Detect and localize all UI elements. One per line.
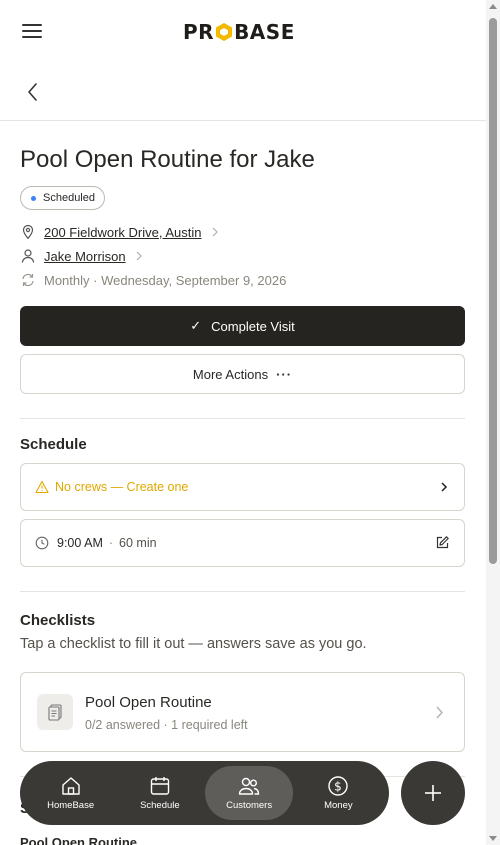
more-actions-button[interactable]: More Actions ···	[20, 354, 465, 394]
clipboard-icon	[37, 694, 73, 730]
address-link[interactable]: 200 Fieldwork Drive, Austin	[44, 225, 202, 240]
nav-customers-label: Customers	[226, 800, 273, 811]
calendar-icon	[150, 777, 170, 795]
dollar-icon: $	[328, 776, 349, 796]
nav-money-label: Money	[324, 800, 353, 811]
probase-logo[interactable]: PR BASE	[183, 20, 295, 44]
customer-link[interactable]: Jake Morrison	[44, 249, 126, 264]
logo-text-start: PR	[183, 20, 215, 44]
repeat-icon	[22, 273, 34, 287]
chevron-right-icon	[212, 227, 218, 237]
complete-visit-label: Complete Visit	[211, 318, 295, 334]
edit-icon[interactable]	[435, 535, 450, 550]
chevron-right-icon	[441, 482, 448, 492]
checklist-name: Pool Open Routine	[85, 694, 212, 711]
add-button[interactable]	[401, 761, 465, 825]
time-separator: ·	[108, 536, 114, 550]
hamburger-menu-icon[interactable]	[22, 24, 42, 40]
scroll-up-arrow-icon[interactable]	[489, 4, 497, 9]
no-crews-text: No crews — Create one	[55, 480, 189, 494]
map-pin-icon	[22, 224, 34, 240]
complete-visit-button[interactable]: ✓ Complete Visit	[20, 306, 465, 346]
page-title: Pool Open Routine for Jake	[20, 146, 315, 173]
chevron-right-icon	[436, 706, 443, 719]
chevron-left-icon[interactable]	[22, 80, 44, 104]
nav-homebase-label: HomeBase	[47, 800, 95, 811]
logo-text-end: BASE	[234, 20, 295, 44]
more-actions-label: More Actions	[192, 366, 269, 382]
recurrence-row: Monthly · Wednesday, September 9, 2026	[20, 270, 286, 290]
recurrence-text: Monthly · Wednesday, September 9, 2026	[44, 272, 287, 288]
logo-hexagon-icon	[216, 23, 233, 41]
users-icon	[238, 777, 260, 795]
checklist-progress: 0/2 answered · 1 required left	[85, 718, 248, 732]
back-bar	[0, 64, 486, 121]
nav-homebase[interactable]: HomeBase	[27, 766, 115, 820]
no-crews-card[interactable]: No crews — Create one	[20, 463, 465, 511]
divider	[20, 418, 465, 419]
duration: 60 min	[119, 536, 157, 550]
status-badge: Scheduled	[20, 186, 105, 210]
bottom-nav: HomeBase Schedule Customers $ Money	[20, 761, 389, 825]
home-icon	[61, 777, 80, 795]
scrollbar-thumb[interactable]	[489, 18, 497, 564]
next-section-text: Pool Open Routine	[20, 835, 137, 845]
start-time: 9:00 AM	[57, 536, 103, 550]
scrollbar[interactable]	[486, 0, 500, 845]
more-dots-icon: ···	[276, 366, 293, 382]
address-row[interactable]: 200 Fieldwork Drive, Austin	[20, 222, 220, 242]
time-text: 9:00 AM · 60 min	[57, 536, 157, 550]
top-bar: PR BASE	[0, 0, 486, 64]
divider	[20, 591, 465, 592]
clock-icon	[35, 536, 49, 550]
checklists-subtitle: Tap a checklist to fill it out — answers…	[20, 636, 367, 652]
nav-money[interactable]: $ Money	[294, 766, 382, 820]
plus-icon	[425, 785, 441, 801]
schedule-heading: Schedule	[20, 436, 87, 453]
checklist-item[interactable]: Pool Open Routine 0/2 answered · 1 requi…	[20, 672, 465, 752]
nav-schedule-label: Schedule	[140, 800, 180, 811]
warning-icon	[35, 480, 49, 494]
nav-schedule[interactable]: Schedule	[116, 766, 204, 820]
scroll-down-arrow-icon[interactable]	[489, 836, 497, 841]
checklists-heading: Checklists	[20, 612, 96, 629]
svg-text:$: $	[335, 780, 343, 794]
customer-row[interactable]: Jake Morrison	[20, 246, 144, 266]
chevron-right-icon	[136, 251, 142, 261]
user-icon	[21, 249, 35, 263]
time-card: 9:00 AM · 60 min	[20, 519, 465, 567]
nav-customers[interactable]: Customers	[205, 766, 294, 820]
check-icon: ✓	[190, 318, 202, 333]
